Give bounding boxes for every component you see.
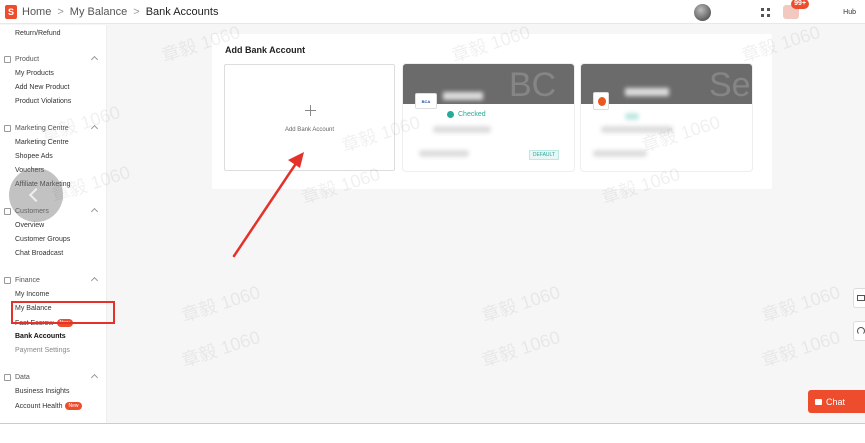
- account-number-blurred: [601, 126, 673, 133]
- sidebar-item-marketing-centre[interactable]: Marketing Centre: [15, 139, 69, 146]
- apps-grid-icon[interactable]: [761, 7, 771, 17]
- chevron-up-icon[interactable]: [90, 207, 99, 216]
- bank-logo-icon: [593, 92, 609, 110]
- breadcrumb-current: Bank Accounts: [145, 5, 219, 18]
- checked-label: Checked: [458, 111, 486, 118]
- sidebar-section-finance[interactable]: Finance: [4, 276, 107, 285]
- sidebar: Return/Refund Product My Products Add Ne…: [0, 25, 107, 423]
- sidebar-item-account-health[interactable]: Account Health New: [15, 402, 82, 410]
- check-circle-icon: [447, 111, 454, 118]
- add-bank-account-label: Add Bank Account: [284, 127, 335, 133]
- bank-tile-header: BC BCA: [403, 64, 574, 109]
- sidebar-item-my-products[interactable]: My Products: [15, 70, 54, 77]
- watermark: 章毅 1060: [179, 281, 263, 326]
- chat-label: Chat: [826, 396, 846, 407]
- checked-status: Checked: [447, 111, 486, 118]
- default-badge: DEFAULT: [528, 150, 559, 160]
- tag-icon: [4, 125, 11, 132]
- watermark: 章毅 1060: [479, 281, 563, 326]
- page-title: Add Bank Account: [225, 45, 306, 55]
- sidebar-item-return-refund[interactable]: Return/Refund: [15, 30, 61, 37]
- avatar[interactable]: [694, 3, 712, 21]
- product-icon: [4, 56, 11, 63]
- back-float-button[interactable]: [9, 168, 63, 222]
- headset-icon: [857, 327, 865, 335]
- sidebar-item-label: Fast Escrow: [15, 319, 54, 327]
- sidebar-item-chat-broadcast[interactable]: Chat Broadcast: [15, 250, 63, 257]
- mail-icon: [857, 295, 865, 301]
- account-number-blurred: [433, 126, 491, 133]
- new-badge: New: [56, 319, 73, 327]
- breadcrumb-separator: >: [57, 5, 64, 18]
- finance-icon: [4, 277, 11, 284]
- sidebar-section-marketing[interactable]: Marketing Centre: [4, 124, 107, 133]
- sidebar-item-shopee-ads[interactable]: Shopee Ads: [15, 153, 53, 160]
- sidebar-section-data[interactable]: Data: [4, 373, 107, 382]
- sidebar-section-product[interactable]: Product: [4, 55, 107, 64]
- breadcrumb-separator: >: [133, 5, 140, 18]
- watermark: 章毅 1060: [759, 281, 843, 326]
- chevron-up-icon[interactable]: [90, 124, 99, 133]
- sidebar-item-overview[interactable]: Overview: [15, 222, 44, 229]
- watermark: 章毅 1060: [179, 326, 263, 371]
- notification-icon[interactable]: 99+: [783, 0, 810, 19]
- sidebar-item-my-balance[interactable]: My Balance: [15, 305, 52, 312]
- bank-name-blurred: [443, 92, 483, 100]
- sidebar-section-label: Marketing Centre: [15, 125, 69, 132]
- status-blurred: [625, 113, 639, 120]
- bank-bg-letters: BC: [509, 66, 557, 104]
- shopee-logo-icon[interactable]: S: [5, 4, 17, 19]
- sidebar-item-product-violations[interactable]: Product Violations: [15, 98, 71, 105]
- sidebar-item-customer-groups[interactable]: Customer Groups: [15, 236, 70, 243]
- bank-tile-header: Se: [581, 64, 752, 110]
- bank-account-tile[interactable]: Se: [581, 64, 752, 171]
- bottom-strip: [0, 423, 865, 443]
- shop-name[interactable]: Hub: [843, 9, 856, 16]
- plus-icon: [305, 105, 316, 116]
- account-holder-blurred: [419, 150, 469, 157]
- customers-icon: [4, 208, 11, 215]
- new-badge: New: [65, 402, 82, 410]
- chevron-up-icon[interactable]: [90, 55, 99, 64]
- bank-name-blurred: [625, 88, 669, 96]
- chat-button[interactable]: Chat: [808, 390, 865, 413]
- account-holder-blurred: [593, 150, 647, 157]
- sidebar-item-my-income[interactable]: My Income: [15, 291, 49, 298]
- top-bar: S Home > My Balance > Bank Accounts 99+ …: [0, 0, 865, 24]
- watermark: 章毅 1060: [759, 326, 843, 371]
- bank-bg-letters: Se: [709, 66, 751, 104]
- bank-accounts-card: Add Bank Account Add Bank Account BC BCA…: [212, 34, 772, 189]
- chart-icon: [4, 374, 11, 381]
- sidebar-item-fast-escrow[interactable]: Fast Escrow New: [15, 319, 73, 327]
- chevron-up-icon[interactable]: [90, 373, 99, 382]
- sidebar-section-label: Product: [15, 56, 40, 63]
- sidebar-item-label: Account Health: [15, 402, 63, 410]
- sidebar-item-bank-accounts[interactable]: Bank Accounts: [15, 333, 66, 340]
- bank-account-tile[interactable]: BC BCA Checked DEFAULT: [403, 64, 574, 171]
- watermark: 章毅 1060: [479, 326, 563, 371]
- sidebar-item-payment-settings[interactable]: Payment Settings: [15, 347, 70, 354]
- sidebar-item-add-new-product[interactable]: Add New Product: [15, 84, 69, 91]
- add-bank-account-tile[interactable]: Add Bank Account: [224, 64, 395, 171]
- chevron-up-icon[interactable]: [90, 276, 99, 285]
- sidebar-item-business-insights[interactable]: Business Insights: [15, 388, 69, 395]
- breadcrumb-home[interactable]: Home: [22, 6, 51, 18]
- chat-icon: [815, 398, 822, 405]
- mail-side-button[interactable]: [853, 288, 865, 308]
- support-side-button[interactable]: [853, 321, 865, 341]
- bank-logo-text: BCA: [421, 99, 431, 104]
- breadcrumb-my-balance[interactable]: My Balance: [70, 6, 127, 18]
- notification-count-badge: 99+: [791, 0, 810, 9]
- sidebar-section-label: Data: [15, 374, 30, 381]
- sidebar-section-label: Finance: [15, 277, 40, 284]
- bca-logo-icon: BCA: [415, 93, 437, 109]
